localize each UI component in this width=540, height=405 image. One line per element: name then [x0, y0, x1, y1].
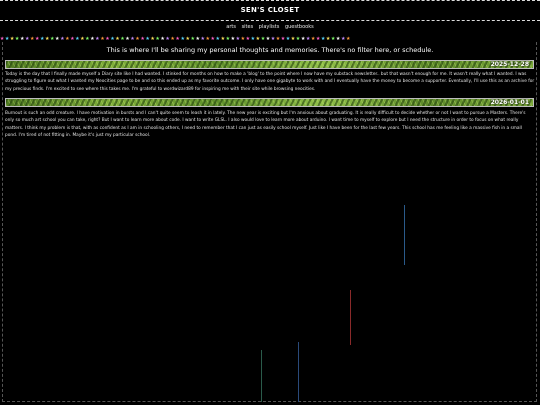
- entry-text: Today is the day that I finally made mys…: [5, 72, 535, 92]
- nav-link-guestbooks[interactable]: guestbooks: [285, 24, 314, 30]
- glitch-line: [298, 342, 299, 402]
- nav-link-arts[interactable]: arts: [226, 24, 236, 30]
- entry-text: Burnout is such an odd creature. I have …: [5, 111, 526, 139]
- glitch-line: [261, 350, 262, 402]
- intro-text: This is where I'll be sharing my persona…: [106, 46, 434, 54]
- entry-header: 2025-12-28: [5, 60, 534, 69]
- glitch-line: [350, 290, 351, 345]
- entry-header: 2026-01-01: [5, 98, 534, 107]
- content-frame: [2, 42, 537, 402]
- nav-link-sites[interactable]: sites: [242, 24, 254, 30]
- glitch-line: [404, 205, 405, 265]
- main-nav: arts sites playlists guestbooks: [0, 24, 540, 30]
- nav-link-playlists[interactable]: playlists: [259, 24, 280, 30]
- entry-date: 2025-12-28: [490, 61, 529, 68]
- site-title: SEN'S CLOSET: [240, 6, 300, 14]
- star-icon: ★: [346, 34, 352, 42]
- entry-date: 2026-01-01: [490, 99, 529, 106]
